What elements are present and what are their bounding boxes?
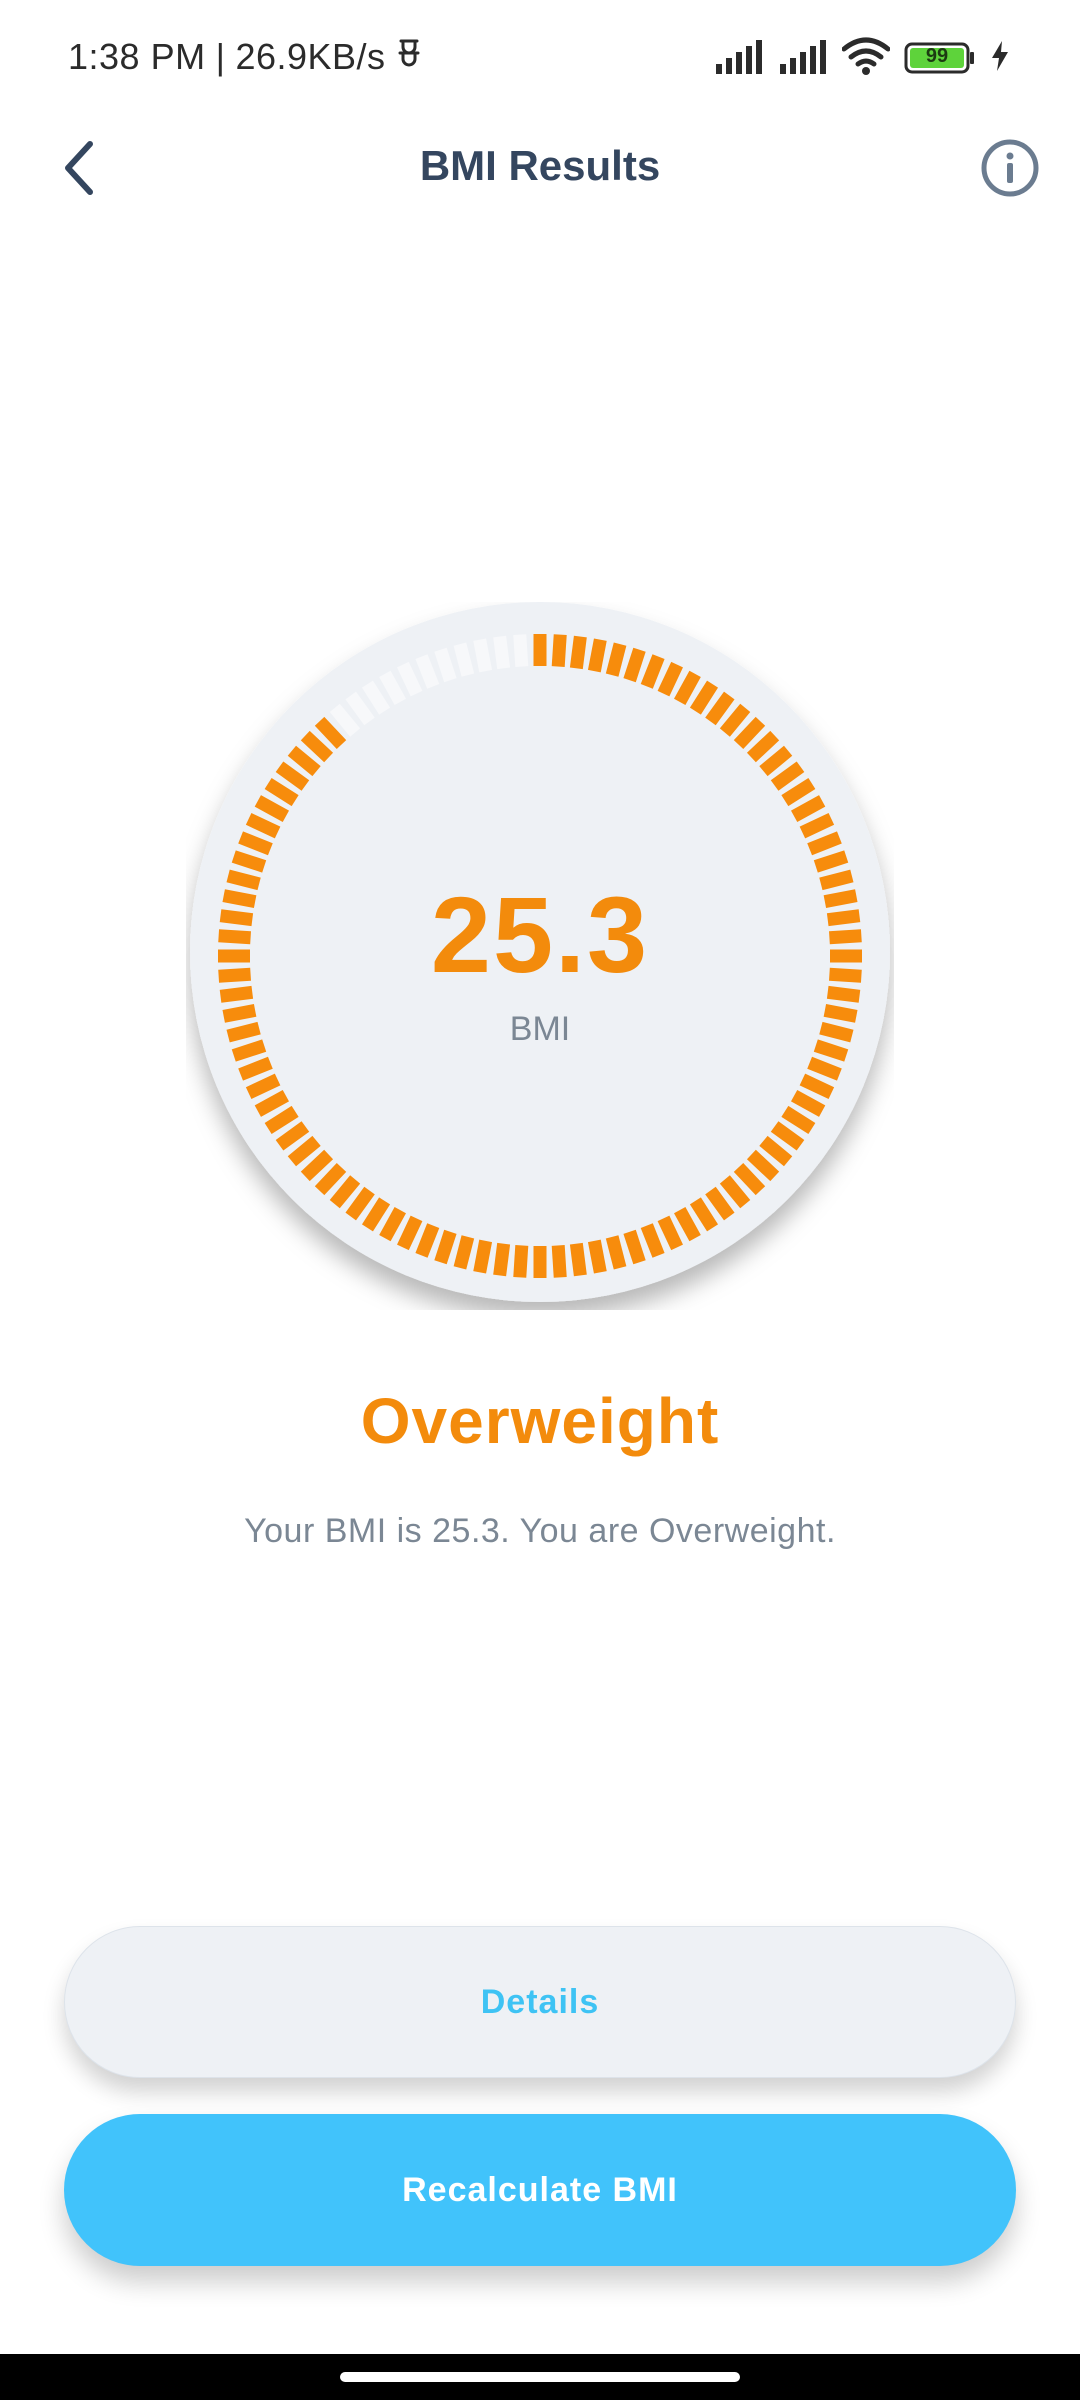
recalculate-button[interactable]: Recalculate BMI [64,2114,1016,2266]
bmi-category: Overweight [360,1385,720,1457]
status-bar: 1:38 PM | 26.9KB/s 99 [0,0,1080,120]
bmi-results-screen: 1:38 PM | 26.9KB/s 99 BMI Results 25.3 B… [0,0,1080,2400]
gauge-segment [569,1242,587,1277]
home-indicator[interactable] [340,2372,740,2382]
recalculate-button-label: Recalculate BMI [402,2170,678,2209]
status-time: 1:38 PM [68,36,206,77]
gauge-segment [587,1239,607,1274]
signal-icon [714,38,764,79]
info-button[interactable] [972,132,1048,208]
gauge-segment [473,638,493,673]
bmi-value: 25.3 [430,874,650,995]
status-right: 99 [714,36,1010,80]
bmi-description: Your BMI is 25.3. You are Overweight. [244,1512,836,1550]
navigation-bar [0,2354,1080,2400]
gauge-segment [513,1245,529,1278]
details-button-label: Details [480,1982,600,2021]
network-speed: 26.9KB/s [235,36,386,77]
gauge-segment [605,642,627,677]
gauge-segment [605,1235,627,1270]
gauge-segment [513,634,529,667]
gauge-segment [551,634,567,667]
gauge-segment [587,638,607,673]
details-button[interactable]: Details [64,1926,1016,2078]
gauge-segment [493,1242,511,1277]
wifi-icon [841,37,891,80]
gauge-segment [453,642,475,677]
gauge-segment [473,1239,493,1274]
signal-icon [778,38,828,79]
info-icon [980,138,1040,203]
app-bar: BMI Results [0,120,1080,220]
battery-icon: 99 [904,42,976,74]
notification-icon [396,36,422,78]
bmi-label: BMI [509,1010,571,1048]
battery-level: 99 [925,45,949,67]
gauge-segment [493,635,511,670]
bmi-gauge: 25.3 BMI [186,602,894,1310]
status-separator: | [215,36,226,77]
page-title: BMI Results [419,142,661,189]
charging-icon [990,40,1010,77]
gauge-segment [453,1235,475,1270]
gauge-segment [551,1245,567,1278]
status-left: 1:38 PM | 26.9KB/s [68,36,422,78]
gauge-segment [569,635,587,670]
